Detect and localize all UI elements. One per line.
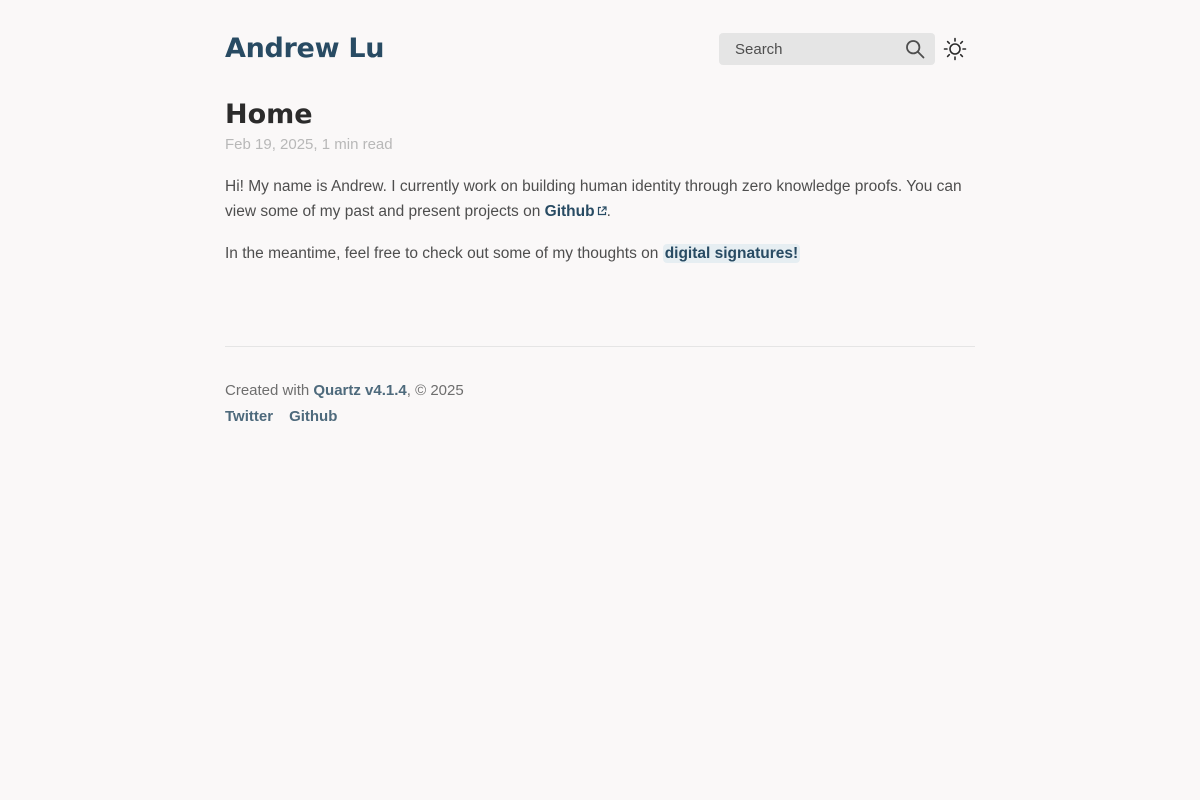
credit-prefix: Created with: [225, 382, 314, 399]
footer-links: Twitter Github: [225, 407, 337, 427]
site-title-link[interactable]: Andrew Lu: [225, 31, 384, 67]
sun-icon: [943, 37, 967, 61]
thoughts-text: In the meantime, feel free to check out …: [225, 245, 663, 262]
intro-text-end: .: [606, 203, 611, 220]
theme-toggle-button[interactable]: [943, 37, 967, 61]
page: Andrew Lu Search Home Feb 19, 2025, 1 mi…: [0, 0, 1200, 800]
github-external-link[interactable]: Github: [545, 203, 607, 220]
external-link-icon: [597, 206, 607, 216]
github-footer-link[interactable]: Github: [289, 407, 337, 427]
page-title: Home: [225, 99, 313, 130]
quartz-link[interactable]: Quartz v4.1.4: [313, 382, 406, 399]
search-label: Search: [735, 40, 783, 58]
twitter-link[interactable]: Twitter: [225, 407, 273, 427]
search-icon: [905, 39, 925, 59]
github-link-label: Github: [544, 203, 595, 220]
article-meta: Feb 19, 2025, 1 min read: [225, 136, 393, 153]
digital-signatures-link[interactable]: digital signatures!: [662, 244, 801, 263]
footer-divider: [225, 346, 975, 347]
thoughts-paragraph: In the meantime, feel free to check out …: [225, 241, 975, 266]
search-button[interactable]: Search: [719, 33, 935, 65]
intro-paragraph: Hi! My name is Andrew. I currently work …: [225, 174, 975, 224]
footer-credit: Created with Quartz v4.1.4, © 2025: [225, 381, 464, 401]
credit-suffix: , © 2025: [406, 382, 464, 399]
